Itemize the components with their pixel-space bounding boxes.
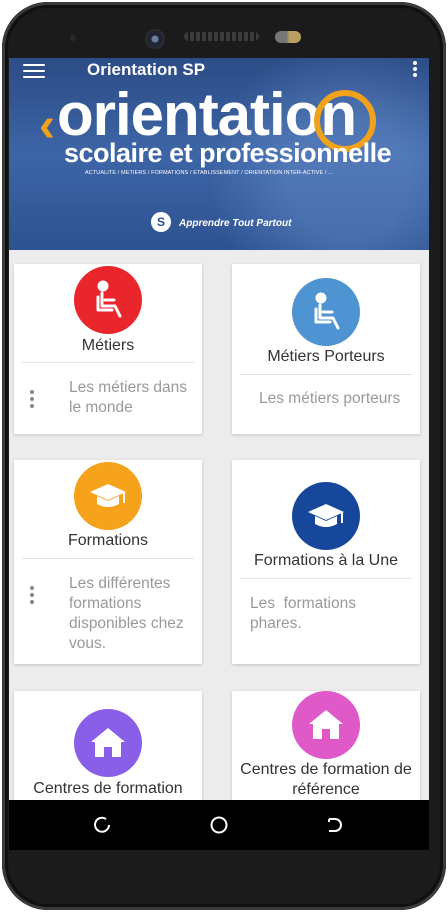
card-title: Métiers — [81, 337, 135, 354]
back-arrow-icon[interactable] — [93, 815, 113, 835]
brand-tagline: ACTUALITE / METIERS / FORMATIONS / ETABL… — [85, 170, 334, 176]
card-divider — [240, 374, 412, 375]
more-vertical-icon[interactable] — [413, 60, 419, 80]
seated-person-icon — [292, 278, 360, 346]
earpiece-speaker — [184, 32, 259, 41]
header-banner: Orientation SP ‹ orientation scolaire et… — [9, 58, 429, 250]
front-flash — [275, 31, 301, 43]
home-circle-icon[interactable] — [209, 815, 229, 835]
card-title: Formations à la Une — [253, 552, 399, 569]
card-formations[interactable]: Formations Les différentes formations di… — [14, 460, 202, 664]
home-icon — [74, 709, 142, 777]
card-title: Centres de formation — [33, 780, 183, 797]
more-vertical-icon[interactable] — [30, 390, 35, 411]
front-camera — [145, 29, 165, 49]
graduation-cap-icon — [74, 462, 142, 530]
card-divider — [22, 362, 194, 363]
slogan-text: Apprendre Tout Partout — [179, 218, 292, 229]
home-icon — [292, 691, 360, 759]
app-screen: Orientation SP ‹ orientation scolaire et… — [9, 58, 429, 800]
card-description: Les différentes formations disponibles c… — [69, 575, 184, 652]
hamburger-menu-icon[interactable] — [23, 64, 45, 78]
card-metiers[interactable]: Métiers Les métiers dans le monde — [14, 264, 202, 434]
proximity-sensor — [70, 35, 76, 41]
app-title: Orientation SP — [87, 60, 206, 79]
card-centres-de-formation[interactable]: Centres de formation — [14, 691, 202, 800]
card-divider — [22, 558, 194, 559]
seated-person-icon — [74, 266, 142, 334]
card-title: Formations — [67, 532, 149, 549]
slogan-logo-icon: S — [151, 212, 171, 232]
card-description: Les formations phares. — [250, 595, 361, 632]
card-description: Les métiers porteurs — [259, 390, 401, 407]
recents-icon[interactable] — [325, 815, 345, 835]
brand-subtitle: scolaire et professionnelle — [64, 138, 392, 168]
android-navigation-bar — [9, 800, 429, 850]
card-divider — [240, 578, 412, 579]
card-title: Métiers Porteurs — [267, 348, 385, 365]
brand-chevron-icon: ‹ — [39, 99, 55, 152]
card-title: Centres de formation de référence — [240, 761, 412, 798]
card-centres-de-reference[interactable]: Centres de formation de référence — [232, 691, 420, 800]
more-vertical-icon[interactable] — [30, 586, 35, 607]
card-formations-a-la-une[interactable]: Formations à la Une Les formations phare… — [232, 460, 420, 664]
graduation-cap-icon — [292, 482, 360, 550]
card-description: Les métiers dans le monde — [69, 379, 188, 416]
card-metiers-porteurs[interactable]: Métiers Porteurs Les métiers porteurs — [232, 264, 420, 434]
